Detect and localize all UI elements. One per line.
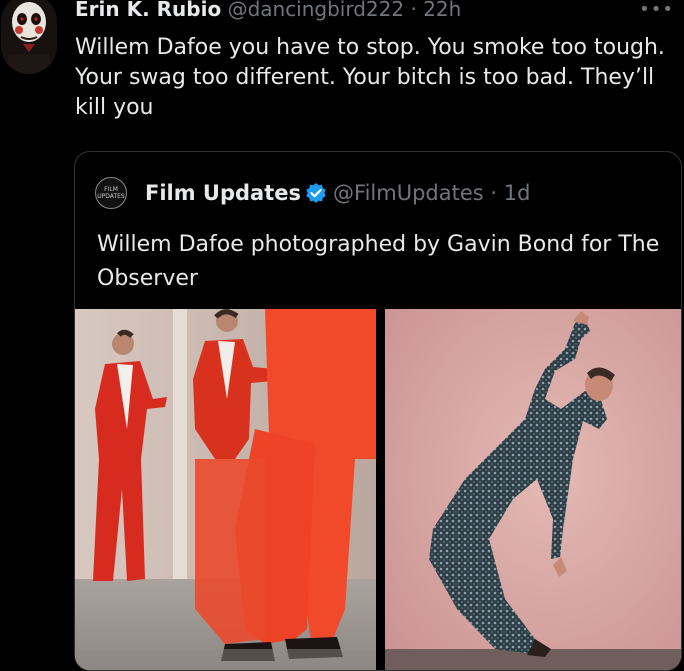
quote-tweet-card[interactable]: FILM UPDATES Film Updates @FilmUpdates · …	[74, 151, 682, 671]
more-dots-icon[interactable]: •••	[639, 0, 674, 20]
quote-author-name[interactable]: Film Updates	[145, 181, 301, 205]
quote-avatar[interactable]: FILM UPDATES	[95, 177, 127, 209]
tweet-text: Willem Dafoe you have to stop. You smoke…	[75, 35, 665, 120]
photo-red-suit[interactable]	[75, 309, 376, 670]
quote-header: Film Updates @FilmUpdates · 1d	[145, 180, 530, 206]
avatar[interactable]	[1, 0, 57, 74]
quote-time[interactable]: 1d	[504, 181, 531, 205]
quote-text: Willem Dafoe photographed by Gavin Bond …	[97, 232, 660, 291]
quote-avatar-text-1: FILM	[104, 186, 118, 193]
quote-separator-dot: ·	[490, 181, 498, 205]
quote-avatar-text-2: UPDATES	[97, 193, 125, 200]
photo-sequin-suit[interactable]	[385, 309, 681, 670]
quote-author-handle[interactable]: @FilmUpdates	[333, 181, 484, 205]
author-handle[interactable]: @dancingbird222	[228, 0, 405, 21]
tweet-time[interactable]: 22h	[423, 0, 461, 21]
verified-badge-icon	[305, 182, 327, 204]
author-name[interactable]: Erin K. Rubio	[75, 0, 221, 21]
separator-dot: ·	[410, 0, 417, 21]
tweet-header: Erin K. Rubio @dancingbird222 · 22h	[75, 0, 461, 22]
